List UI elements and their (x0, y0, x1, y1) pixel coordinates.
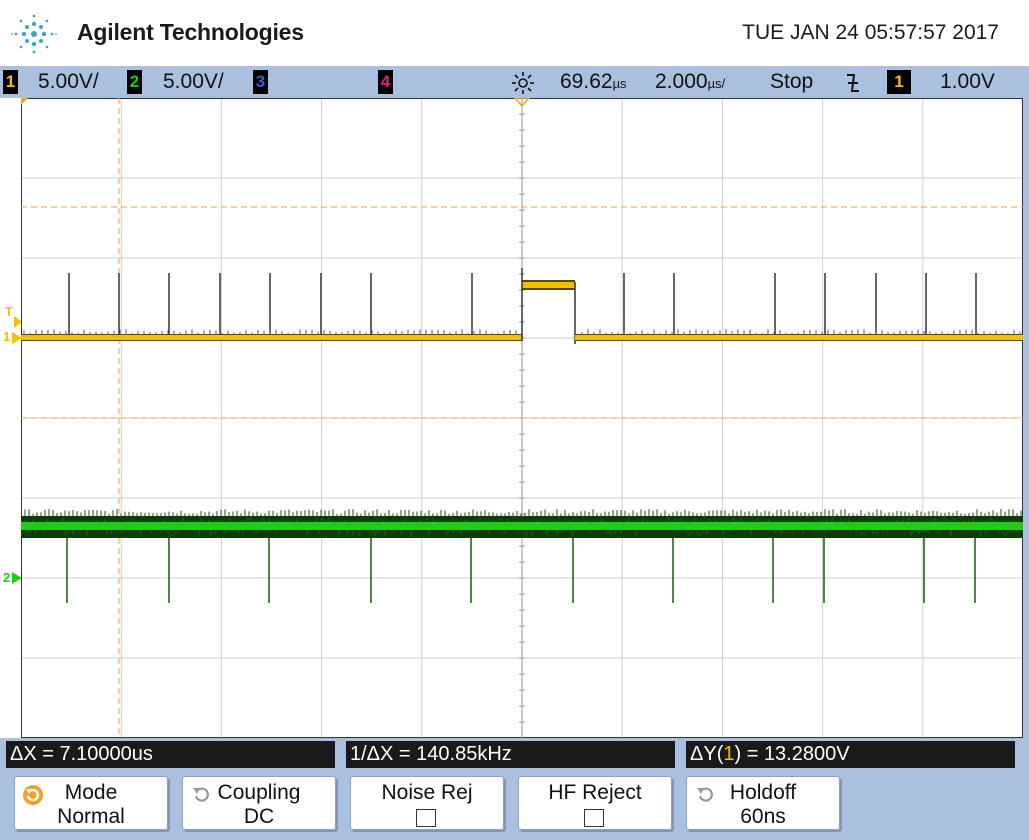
ch1-scale[interactable]: 5.00V/ (38, 69, 99, 95)
ch2-trace (21, 522, 1023, 530)
ch1-ground-marker[interactable]: 1 (3, 329, 10, 344)
ch2-badge[interactable]: 2 (127, 70, 142, 94)
trigger-delay-sun-icon (512, 72, 534, 94)
coupling-value: DC (243, 805, 275, 828)
right-edge (1023, 66, 1029, 840)
trigger-level[interactable]: 1.00V (940, 69, 995, 95)
cursor-readout-bar: ΔX = 7.10000us 1/ΔX = 140.85kHz ΔY(1) = … (0, 738, 1023, 771)
brand-name: Agilent Technologies (77, 19, 304, 45)
trigger-source-badge[interactable]: 1 (887, 70, 911, 94)
delta-x-readout: ΔX = 7.10000us (6, 741, 335, 768)
ch1-trace-low-right (575, 335, 1023, 340)
mode-value: Normal (57, 805, 125, 828)
holdoff-value: 60ns (740, 805, 786, 828)
waveform-plot (21, 98, 1023, 738)
ch4-badge[interactable]: 4 (378, 70, 393, 94)
header: Agilent Technologies TUE JAN 24 05:57:57… (0, 0, 1029, 66)
ch2-ground-marker[interactable]: 2 (3, 570, 10, 585)
waveform-display[interactable] (21, 98, 1023, 738)
date-time: TUE JAN 24 05:57:57 2017 (742, 21, 999, 44)
ch1-badge[interactable]: 1 (3, 70, 18, 94)
timebase-value[interactable]: 2.000µs/ (655, 69, 725, 95)
agilent-spark-logo-icon (11, 14, 57, 54)
inverse-delta-x-readout: 1/ΔX = 140.85kHz (346, 741, 675, 768)
run-state[interactable]: Stop (770, 69, 813, 95)
ch3-badge[interactable]: 3 (253, 70, 268, 94)
hf-reject-softkey[interactable]: HF Reject (518, 776, 672, 830)
falling-edge-trigger-icon (847, 74, 859, 92)
mode-softkey[interactable]: Mode Normal (14, 776, 168, 830)
trigger-delay-value[interactable]: 69.62µs (560, 69, 627, 95)
ch1-trace-low-left (21, 335, 522, 340)
left-corner-marker (21, 98, 28, 105)
coupling-softkey[interactable]: Coupling DC (182, 776, 336, 830)
softkey-bar: Mode Normal Coupling DC Noise Rej HF Rej… (0, 771, 1023, 840)
mode-label: Mode (64, 781, 118, 804)
coupling-label: Coupling (217, 781, 301, 804)
noise-rej-label: Noise Rej (381, 781, 473, 804)
hf-reject-checkbox[interactable] (584, 809, 604, 827)
status-bar: 1 5.00V/ 2 5.00V/ 3 4 69.62µs 2.000µs/ S… (0, 66, 1029, 98)
delta-y-readout: ΔY(1) = 13.2800V (686, 741, 1015, 768)
noise-rej-softkey[interactable]: Noise Rej (350, 776, 504, 830)
hf-reject-label: HF Reject (548, 781, 642, 804)
ch1-pulse-high (522, 282, 575, 288)
holdoff-label: Holdoff (729, 781, 797, 804)
trigger-level-marker[interactable]: T (5, 304, 13, 319)
noise-rej-checkbox[interactable] (416, 809, 436, 827)
left-marker-strip: T 1 2 (0, 98, 22, 738)
holdoff-softkey[interactable]: Holdoff 60ns (686, 776, 840, 830)
ch2-scale[interactable]: 5.00V/ (163, 69, 224, 95)
